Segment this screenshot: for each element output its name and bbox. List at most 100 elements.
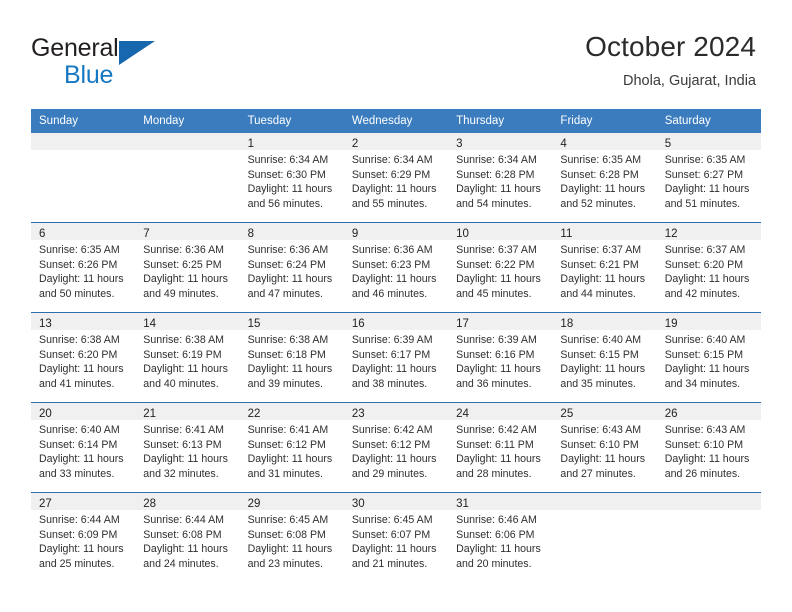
calendar-day-cell[interactable]: 5 Sunrise: 6:35 AM Sunset: 6:27 PM Daylight…: [656, 133, 761, 222]
sunset-text: Sunset: 6:25 PM: [143, 258, 222, 271]
calendar-day-cell[interactable]: 7 Sunrise: 6:36 AM Sunset: 6:25 PM Daylight…: [135, 223, 240, 312]
daylight-text-line2: and 32 minutes.: [143, 467, 219, 480]
day-number: 21: [143, 408, 157, 420]
sunset-text: Sunset: 6:07 PM: [351, 528, 431, 541]
calendar-page: General Blue October 2024 Dhola, Gujarat…: [0, 0, 792, 612]
sunset-text: Sunset: 6:15 PM: [664, 348, 744, 361]
daylight-text-line2: and 39 minutes.: [247, 377, 323, 390]
day-number-band: 22: [239, 403, 344, 420]
daylight-text-line2: and 38 minutes.: [351, 377, 428, 390]
calendar-week-row: 20 Sunrise: 6:40 AM Sunset: 6:14 PM Dayligh…: [31, 402, 761, 492]
calendar-day-cell[interactable]: 17 Sunrise: 6:39 AM Sunset: 6:16 PM Dayligh…: [448, 313, 553, 402]
sunrise-text: Sunrise: 6:42 AM: [351, 424, 433, 436]
daylight-text-line1: Daylight: 11 hours: [143, 363, 228, 376]
calendar-day-cell[interactable]: 29 Sunrise: 6:45 AM Sunset: 6:08 PM Dayligh…: [239, 493, 344, 582]
sunrise-text: Sunrise: 6:44 AM: [39, 514, 120, 526]
sunset-text: Sunset: 6:20 PM: [39, 348, 118, 361]
sunset-text: Sunset: 6:28 PM: [456, 168, 535, 181]
daylight-text-line1: Daylight: 11 hours: [143, 543, 228, 556]
day-number: 11: [560, 228, 573, 240]
sunrise-text: Sunrise: 6:37 AM: [560, 244, 642, 256]
day-number: 9: [351, 228, 359, 240]
sunset-text: Sunset: 6:09 PM: [39, 528, 118, 541]
day-details: Sunrise: 6:40 AM Sunset: 6:15 PM Daylight:…: [552, 330, 656, 391]
daylight-text-line2: and 47 minutes.: [247, 287, 323, 300]
calendar-grid: Sunday Monday Tuesday Wednesday Thursday Frid…: [31, 109, 761, 582]
calendar-day-cell[interactable]: 13 Sunrise: 6:38 AM Sunset: 6:20 PM Dayligh…: [31, 313, 136, 402]
day-number-band: 15: [239, 313, 344, 330]
day-number: 18: [560, 318, 574, 330]
day-number-band: 28: [135, 493, 240, 510]
calendar-day-cell[interactable]: 16 Sunrise: 6:39 AM Sunset: 6:17 PM Dayligh…: [343, 313, 449, 402]
sunset-text: Sunset: 6:13 PM: [143, 438, 222, 451]
daylight-text-line1: Daylight: 11 hours: [143, 273, 228, 286]
calendar-day-cell[interactable]: 21 Sunrise: 6:41 AM Sunset: 6:13 PM Dayligh…: [135, 403, 240, 492]
daylight-text-line2: and 31 minutes.: [247, 467, 323, 480]
calendar-day-cell[interactable]: 23 Sunrise: 6:42 AM Sunset: 6:12 PM Dayligh…: [343, 403, 449, 492]
weekday-header-saturday: Saturday: [664, 115, 711, 127]
day-number-band: 14: [135, 313, 240, 330]
day-number-band: 12: [656, 223, 761, 240]
calendar-day-cell[interactable]: 28 Sunrise: 6:44 AM Sunset: 6:08 PM Dayligh…: [135, 493, 240, 582]
calendar-day-cell[interactable]: 27 Sunrise: 6:44 AM Sunset: 6:09 PM Dayligh…: [31, 493, 136, 582]
day-details: Sunrise: 6:39 AM Sunset: 6:17 PM Daylight:…: [344, 330, 448, 391]
brand-name-blue: Blue: [64, 61, 114, 89]
day-number: 10: [456, 228, 469, 240]
sunrise-text: Sunrise: 6:45 AM: [247, 514, 329, 526]
calendar-day-cell[interactable]: 19 Sunrise: 6:40 AM Sunset: 6:15 PM Dayligh…: [656, 313, 761, 402]
daylight-text-line1: Daylight: 11 hours: [247, 543, 333, 556]
calendar-day-cell[interactable]: 26 Sunrise: 6:43 AM Sunset: 6:10 PM Dayligh…: [656, 403, 761, 492]
calendar-day-cell[interactable]: 18 Sunrise: 6:40 AM Sunset: 6:15 PM Dayligh…: [552, 313, 657, 402]
calendar-day-cell[interactable]: 12 Sunrise: 6:37 AM Sunset: 6:20 PM Dayligh…: [656, 223, 761, 312]
daylight-text-line1: Daylight: 11 hours: [664, 453, 750, 466]
day-number-band: 20: [31, 403, 136, 420]
daylight-text-line1: Daylight: 11 hours: [560, 273, 646, 286]
day-details: Sunrise: 6:39 AM Sunset: 6:16 PM Daylight:…: [448, 330, 552, 391]
sunset-text: Sunset: 6:23 PM: [351, 258, 431, 271]
day-details: Sunrise: 6:36 AM Sunset: 6:23 PM Daylight:…: [344, 240, 448, 301]
sunrise-text: Sunrise: 6:40 AM: [664, 334, 746, 346]
calendar-day-cell-empty: [552, 493, 657, 582]
calendar-day-cell[interactable]: 2 Sunrise: 6:34 AM Sunset: 6:29 PM Daylight…: [343, 133, 449, 222]
calendar-day-cell[interactable]: 20 Sunrise: 6:40 AM Sunset: 6:14 PM Dayligh…: [31, 403, 136, 492]
day-number-band: [135, 133, 240, 150]
calendar-day-cell[interactable]: 15 Sunrise: 6:38 AM Sunset: 6:18 PM Dayligh…: [239, 313, 344, 402]
calendar-day-cell[interactable]: 22 Sunrise: 6:41 AM Sunset: 6:12 PM Dayligh…: [239, 403, 344, 492]
sunrise-text: Sunrise: 6:40 AM: [39, 424, 120, 436]
sunset-text: Sunset: 6:17 PM: [351, 348, 431, 361]
daylight-text-line1: Daylight: 11 hours: [351, 273, 437, 286]
calendar-day-cell[interactable]: 1 Sunrise: 6:34 AM Sunset: 6:30 PM Daylight…: [239, 133, 344, 222]
daylight-text-line2: and 56 minutes.: [247, 197, 323, 210]
calendar-day-cell[interactable]: 3 Sunrise: 6:34 AM Sunset: 6:28 PM Daylight…: [448, 133, 553, 222]
day-details: Sunrise: 6:40 AM Sunset: 6:14 PM Daylight:…: [31, 420, 135, 481]
calendar-day-cell[interactable]: 4 Sunrise: 6:35 AM Sunset: 6:28 PM Daylight…: [552, 133, 657, 222]
day-number: 2: [351, 138, 359, 150]
calendar-day-cell[interactable]: 30 Sunrise: 6:45 AM Sunset: 6:07 PM Dayligh…: [343, 493, 449, 582]
calendar-day-cell[interactable]: 14 Sunrise: 6:38 AM Sunset: 6:19 PM Dayligh…: [135, 313, 240, 402]
day-number-band: 3: [448, 133, 553, 150]
brand-logo[interactable]: General Blue: [31, 28, 211, 89]
sunset-text: Sunset: 6:06 PM: [456, 528, 535, 541]
daylight-text-line2: and 42 minutes.: [664, 287, 741, 300]
sunset-text: Sunset: 6:26 PM: [39, 258, 118, 271]
day-details: Sunrise: 6:36 AM Sunset: 6:24 PM Daylight:…: [240, 240, 344, 301]
calendar-day-cell[interactable]: 10 Sunrise: 6:37 AM Sunset: 6:22 PM Dayligh…: [448, 223, 553, 312]
calendar-day-cell[interactable]: 31 Sunrise: 6:46 AM Sunset: 6:06 PM Dayligh…: [448, 493, 553, 582]
daylight-text-line1: Daylight: 11 hours: [247, 273, 333, 286]
calendar-day-cell[interactable]: 9 Sunrise: 6:36 AM Sunset: 6:23 PM Daylight…: [343, 223, 449, 312]
calendar-day-cell[interactable]: 6 Sunrise: 6:35 AM Sunset: 6:26 PM Daylight…: [31, 223, 136, 312]
sunrise-text: Sunrise: 6:43 AM: [560, 424, 642, 436]
calendar-day-cell[interactable]: 24 Sunrise: 6:42 AM Sunset: 6:11 PM Dayligh…: [448, 403, 553, 492]
sunrise-text: Sunrise: 6:37 AM: [664, 244, 746, 256]
calendar-day-cell[interactable]: 11 Sunrise: 6:37 AM Sunset: 6:21 PM Dayligh…: [552, 223, 657, 312]
calendar-day-cell[interactable]: 8 Sunrise: 6:36 AM Sunset: 6:24 PM Daylight…: [239, 223, 344, 312]
calendar-day-cell[interactable]: 25 Sunrise: 6:43 AM Sunset: 6:10 PM Dayligh…: [552, 403, 657, 492]
day-number: 28: [143, 498, 157, 510]
day-number-band: 23: [343, 403, 449, 420]
day-number-band: 4: [552, 133, 657, 150]
daylight-text-line1: Daylight: 11 hours: [456, 543, 541, 556]
weekday-header-row: Sunday Monday Tuesday Wednesday Thursday Frid…: [31, 109, 761, 133]
daylight-text-line1: Daylight: 11 hours: [39, 273, 124, 286]
daylight-text-line1: Daylight: 11 hours: [351, 543, 437, 556]
sunset-text: Sunset: 6:12 PM: [351, 438, 431, 451]
